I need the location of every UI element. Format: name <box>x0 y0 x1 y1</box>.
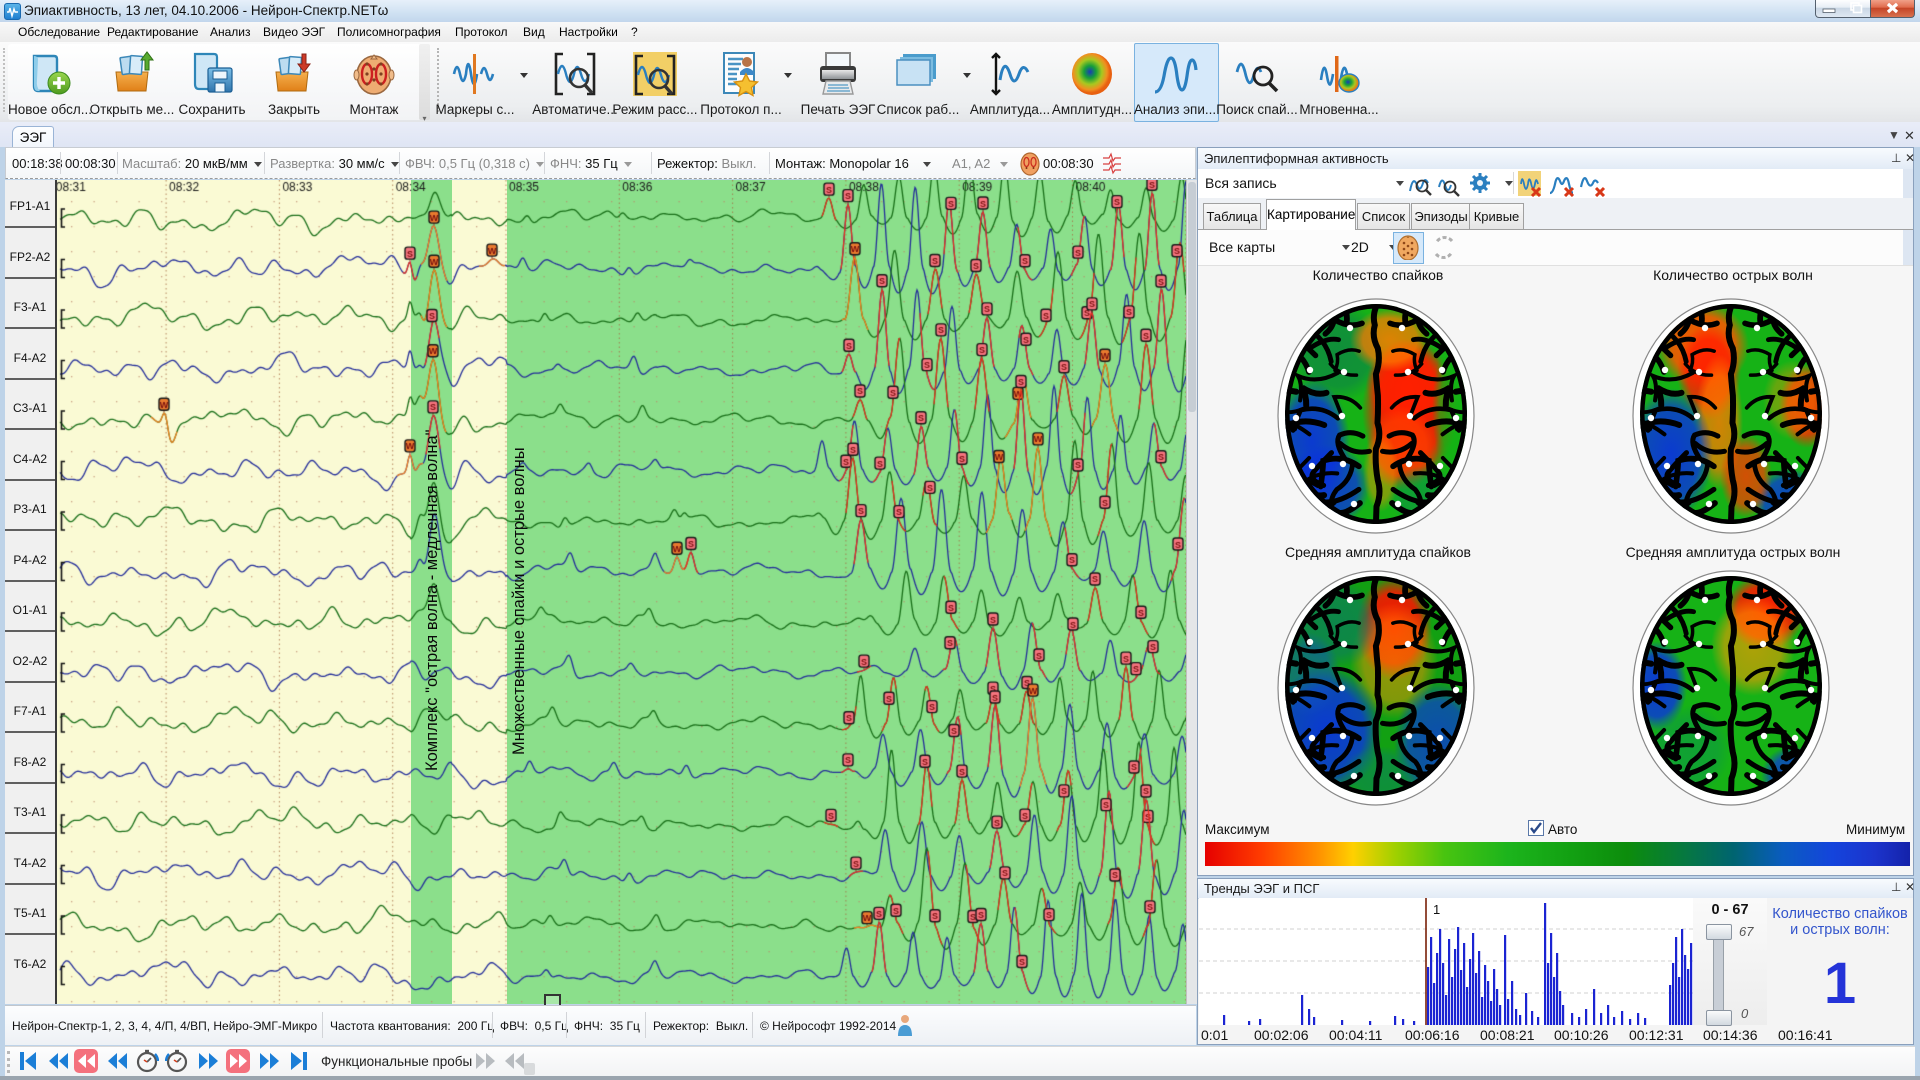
svg-text:1: 1 <box>1433 902 1440 917</box>
